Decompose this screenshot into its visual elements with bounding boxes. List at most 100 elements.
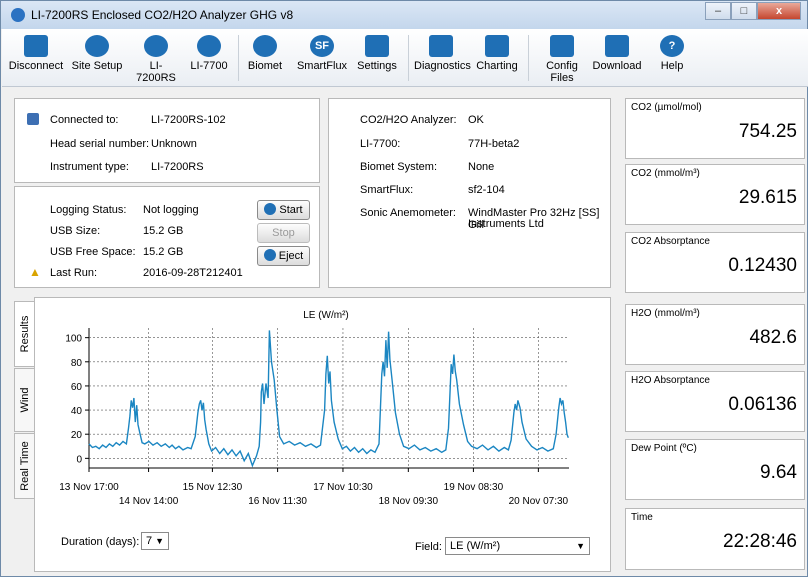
field-label: Field:: [415, 541, 442, 553]
help-icon: ?: [660, 35, 684, 57]
config-files-button[interactable]: Config Files: [534, 35, 590, 84]
tower-icon: [85, 35, 109, 57]
meter-value: 22:28:46: [723, 531, 797, 552]
toolbar: Disconnect Site Setup LI-7200RS LI-7700 …: [2, 29, 808, 87]
minimize-button[interactable]: –: [705, 2, 731, 20]
usb-size-label: USB Size:: [50, 225, 101, 237]
x-tick-label: 14 Nov 14:00: [119, 496, 179, 507]
stop-label: Stop: [272, 227, 295, 239]
status-panel: CO2/H2O Analyzer: OK LI-7700: 77H-beta2 …: [328, 98, 611, 288]
field-select[interactable]: LE (W/m²) ▼: [445, 537, 590, 555]
last-run-label: Last Run:: [50, 267, 98, 279]
meter-label: H2O (mmol/m³): [631, 308, 700, 319]
y-tick-label: 20: [71, 430, 83, 441]
meter-label: CO2 Absorptance: [631, 236, 710, 247]
analyzer-icon: [144, 35, 168, 57]
tab-wind-label: Wind: [18, 387, 31, 413]
li7700-label: LI-7700: [190, 60, 228, 72]
x-tick-label: 15 Nov 12:30: [183, 482, 243, 493]
tab-wind[interactable]: Wind: [14, 368, 34, 432]
smartflux-status-label: SmartFlux:: [360, 184, 414, 196]
field-value: LE (W/m²): [450, 540, 501, 552]
disconnect-label: Disconnect: [8, 60, 64, 72]
meter-label: Dew Point (ºC): [631, 443, 697, 454]
analyzer-value: OK: [468, 114, 484, 126]
tab-real-time-label: Real Time: [18, 441, 31, 491]
app-window: LI-7200RS Enclosed CO2/H2O Analyzer GHG …: [0, 0, 808, 577]
disconnect-button[interactable]: Disconnect: [8, 35, 64, 72]
duration-select[interactable]: 7 ▼: [141, 532, 169, 550]
meter-label: Time: [631, 512, 653, 523]
title-bar: LI-7200RS Enclosed CO2/H2O Analyzer GHG …: [1, 1, 807, 29]
meter-h2o-absorptance: H2O Absorptance 0.06136: [625, 371, 805, 432]
eject-icon: [263, 249, 276, 261]
connected-value: LI-7200RS-102: [151, 114, 226, 126]
site-setup-label: Site Setup: [71, 60, 123, 72]
eject-button[interactable]: Eject: [257, 246, 310, 266]
serial-value: Unknown: [151, 138, 197, 150]
charting-label: Charting: [476, 60, 518, 72]
download-button[interactable]: Download: [592, 35, 642, 72]
settings-button[interactable]: Settings: [354, 35, 400, 72]
logging-panel: Logging Status: Not logging USB Size: 15…: [14, 186, 320, 288]
connected-label: Connected to:: [50, 114, 119, 126]
smartflux-status-value: sf2-104: [468, 184, 505, 196]
li7700-button[interactable]: LI-7700: [186, 35, 232, 72]
window-title: LI-7200RS Enclosed CO2/H2O Analyzer GHG …: [31, 8, 294, 22]
biomet-label: Biomet: [247, 60, 283, 72]
diagnostics-label: Diagnostics: [414, 60, 471, 72]
site-setup-button[interactable]: Site Setup: [68, 35, 126, 72]
y-tick-label: 0: [76, 454, 82, 465]
charting-button[interactable]: Charting: [474, 35, 520, 72]
x-tick-label: 16 Nov 11:30: [248, 496, 307, 507]
serial-label: Head serial number:: [50, 138, 150, 150]
li7200rs-button[interactable]: LI-7200RS: [130, 35, 182, 84]
config-file-icon: [550, 35, 574, 57]
meter-value: 9.64: [760, 462, 797, 483]
tab-real-time[interactable]: Real Time: [14, 433, 34, 499]
chevron-down-icon: ▼: [576, 541, 585, 551]
tab-results-label: Results: [18, 315, 31, 353]
stop-button[interactable]: Stop: [257, 223, 310, 243]
meter-co2-absorptance: CO2 Absorptance 0.12430: [625, 232, 805, 293]
x-tick-label: 13 Nov 17:00: [59, 482, 119, 493]
meter-co2-mmol: CO2 (mmol/m³) 29.615: [625, 164, 805, 225]
li7200rs-label: LI-7200RS: [136, 60, 176, 84]
type-value: LI-7200RS: [151, 161, 204, 173]
li7700-value: 77H-beta2: [468, 138, 520, 150]
help-button[interactable]: ? Help: [652, 35, 692, 72]
maximize-button[interactable]: □: [731, 2, 757, 20]
meter-value: 29.615: [738, 187, 797, 208]
diagnostics-button[interactable]: Diagnostics: [414, 35, 471, 72]
y-tick-label: 40: [71, 406, 83, 417]
logging-status-value: Not logging: [143, 204, 199, 216]
li7700-label: LI-7700:: [360, 138, 401, 150]
meter-label: CO2 (mmol/m³): [631, 168, 700, 179]
config-files-label: Config Files: [546, 60, 578, 84]
meter-h2o-mmol: H2O (mmol/m³) 482.6: [625, 304, 805, 365]
warning-icon: ▲: [29, 265, 41, 279]
start-button[interactable]: Start: [257, 200, 310, 220]
logging-status-label: Logging Status:: [50, 204, 127, 216]
meter-value: 0.06136: [728, 394, 797, 415]
disconnect-icon: [24, 35, 48, 57]
smartflux-label: SmartFlux: [296, 60, 348, 72]
meter-value: 754.25: [738, 121, 797, 142]
tab-results[interactable]: Results: [14, 301, 34, 367]
meter-label: CO2 (µmol/mol): [631, 102, 702, 113]
network-icon: [27, 113, 39, 125]
biomet-status-label: Biomet System:: [360, 161, 438, 173]
y-tick-label: 100: [65, 334, 82, 345]
y-tick-label: 60: [71, 382, 83, 393]
settings-label: Settings: [357, 60, 397, 72]
smartflux-button[interactable]: SF SmartFlux: [294, 35, 350, 72]
x-tick-label: 20 Nov 07:30: [509, 496, 569, 507]
biomet-icon: [253, 35, 277, 57]
download-icon: [605, 35, 629, 57]
close-button[interactable]: x: [757, 2, 801, 20]
biomet-button[interactable]: Biomet: [245, 35, 285, 72]
y-tick-label: 80: [71, 358, 83, 369]
smartflux-icon: SF: [310, 35, 334, 57]
duration-label: Duration (days):: [61, 536, 140, 548]
le-chart: LE (W/m²) 0 20 40 60 80 100 13 Nov 17:0014 Nov…: [59, 310, 569, 507]
